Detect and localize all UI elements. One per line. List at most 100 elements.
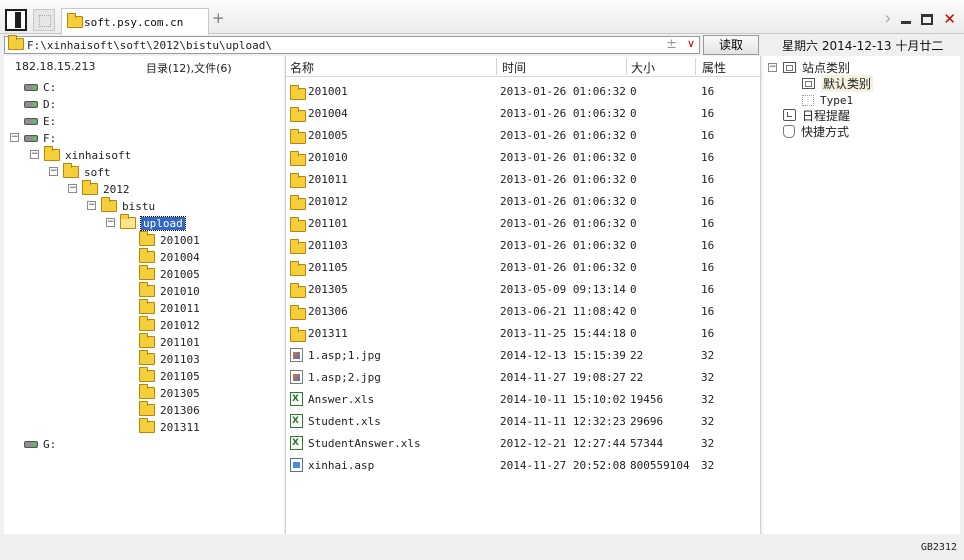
table-row[interactable]: 201105 2013-01-26 01:06:32 0 16 [286,257,762,279]
file-size: 0 [630,195,637,208]
collapse-icon[interactable]: − [68,184,77,193]
default-category-node[interactable]: 默认类别 [802,74,874,92]
chevron-right-icon[interactable]: › [884,10,891,28]
close-icon[interactable]: ✕ [943,11,956,27]
tree-folder-xinhaisoft[interactable]: − xinhaisoft [30,146,131,163]
file-time: 2014-11-11 12:32:23 [500,415,626,428]
minimize-icon[interactable] [901,21,912,24]
schedule-node[interactable]: 日程提醒 [783,107,850,123]
tree-folder-item[interactable]: 201012 [139,316,200,333]
table-row[interactable]: 201305 2013-05-09 09:13:14 0 16 [286,279,762,301]
folder-icon [290,239,306,254]
file-size: 0 [630,151,637,164]
file-size: 0 [630,261,637,274]
file-name: 201001 [308,85,348,98]
table-row[interactable]: 201011 2013-01-26 01:06:32 0 16 [286,169,762,191]
column-divider[interactable] [695,58,696,75]
table-row[interactable]: 201004 2013-01-26 01:06:32 0 16 [286,103,762,125]
table-row[interactable]: xinhai.asp 2014-11-27 20:52:08 800559104 32 [286,455,762,477]
file-name: 201311 [308,327,348,340]
tree-folder-label: 201001 [160,233,200,247]
file-attr: 32 [701,393,715,406]
collapse-icon[interactable]: − [768,62,777,72]
tree-folder-bistu[interactable]: − bistu [87,197,155,214]
column-divider[interactable] [626,58,627,75]
file-attr: 16 [701,85,715,98]
chevron-down-icon[interactable]: ∨ [687,37,695,50]
address-path[interactable]: F:\xinhaisoft\soft\2012\bistu\upload\ [27,39,272,52]
tree-folder-upload[interactable]: − upload [106,214,186,231]
collapse-icon[interactable]: − [30,150,39,159]
tree-drive-3[interactable]: − F: [10,130,57,146]
tree-folder-label: 201103 [160,352,200,366]
tab-active[interactable]: soft.psy.com.cn [61,8,209,35]
sort-icon[interactable]: ± [666,37,677,52]
tree-folder-item[interactable]: 201311 [139,418,200,435]
file-time: 2013-01-26 01:06:32 [500,173,626,186]
shortcut-node[interactable]: 快捷方式 [783,123,849,139]
tab-bar: soft.psy.com.cn + › ✕ [0,0,964,35]
tree-folder-item[interactable]: 201010 [139,282,200,299]
status-bar: GB2312 [0,536,964,560]
file-size: 0 [630,283,637,296]
table-row[interactable]: Student.xls 2014-11-11 12:32:23 29696 32 [286,411,762,433]
tree-folder-item[interactable]: 201306 [139,401,200,418]
excel-file-icon [290,436,303,450]
site-category-node[interactable]: − 站点类别 [768,59,850,75]
table-row[interactable]: StudentAnswer.xls 2012-12-21 12:27:44 5734… [286,433,762,455]
file-time: 2014-11-27 19:08:27 [500,371,626,384]
table-row[interactable]: 201001 2013-01-26 01:06:32 0 16 [286,81,762,103]
tree-folder-item[interactable]: 201105 [139,367,200,384]
tree-drive-1[interactable]: D: [24,96,56,112]
table-row[interactable]: 201101 2013-01-26 01:06:32 0 16 [286,213,762,235]
file-time: 2013-01-26 01:06:32 [500,239,626,252]
address-bar[interactable]: F:\xinhaisoft\soft\2012\bistu\upload\ ± … [4,35,700,54]
tree-folder-item[interactable]: 201004 [139,248,200,265]
file-attr: 32 [701,415,715,428]
tree-folder-label: 201311 [160,420,200,434]
category-icon [783,61,796,73]
file-name: Student.xls [308,415,381,428]
column-divider[interactable] [496,58,497,75]
tab-blank[interactable] [33,9,55,31]
tree-folder-item[interactable]: 201101 [139,333,200,350]
collapse-icon[interactable]: − [10,133,19,142]
tree-drive-4[interactable]: G: [24,436,56,452]
file-size: 0 [630,305,637,318]
header-attr[interactable]: 属性 [702,59,726,76]
tree-folder-item[interactable]: 201001 [139,231,200,248]
tree-folder-item[interactable]: 201005 [139,265,200,282]
tree-folder-item[interactable]: 201011 [139,299,200,316]
table-row[interactable]: 201306 2013-06-21 11:08:42 0 16 [286,301,762,323]
maximize-icon[interactable] [921,13,934,25]
file-name: 201005 [308,129,348,142]
table-row[interactable]: Answer.xls 2014-10-11 15:10:02 19456 32 [286,389,762,411]
table-row[interactable]: 1.asp;1.jpg 2014-12-13 15:15:39 22 32 [286,345,762,367]
tree-folder-label: soft [84,165,111,179]
table-row[interactable]: 201012 2013-01-26 01:06:32 0 16 [286,191,762,213]
tree-folder-item[interactable]: 201103 [139,350,200,367]
table-row[interactable]: 201005 2013-01-26 01:06:32 0 16 [286,125,762,147]
panel-toggle-icon[interactable] [5,9,27,31]
collapse-icon[interactable]: − [49,167,58,176]
tree-folder-2012[interactable]: − 2012 [68,180,130,197]
collapse-icon[interactable]: − [87,201,96,210]
file-attr: 16 [701,129,715,142]
tree-folder-label: 2012 [103,182,130,196]
tree-drive-2[interactable]: E: [24,113,56,129]
new-tab-button[interactable]: + [212,11,225,26]
header-time[interactable]: 时间 [502,59,526,76]
header-size[interactable]: 大小 [631,59,655,76]
table-row[interactable]: 201010 2013-01-26 01:06:32 0 16 [286,147,762,169]
tree-folder-item[interactable]: 201305 [139,384,200,401]
table-row[interactable]: 1.asp;2.jpg 2014-11-27 19:08:27 22 32 [286,367,762,389]
drive-label: F: [43,131,57,145]
tree-folder-soft[interactable]: − soft [49,163,111,180]
header-name[interactable]: 名称 [290,59,314,76]
collapse-icon[interactable]: − [106,218,115,227]
read-button[interactable]: 读取 [703,35,759,55]
table-row[interactable]: 201103 2013-01-26 01:06:32 0 16 [286,235,762,257]
table-row[interactable]: 201311 2013-11-25 15:44:18 0 16 [286,323,762,345]
file-time: 2013-01-26 01:06:32 [500,261,626,274]
tree-drive-0[interactable]: C: [24,79,56,95]
